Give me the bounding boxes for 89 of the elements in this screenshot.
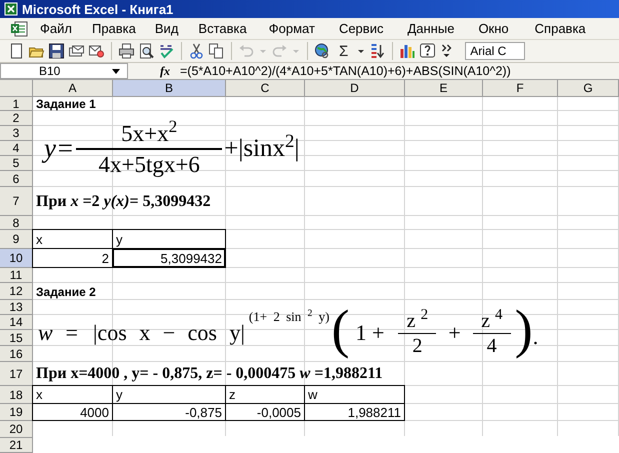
equation-text: ( xyxy=(331,302,350,356)
equation-text: 5x+x$^{2}$ xyxy=(121,122,178,148)
column-header[interactable]: F xyxy=(483,80,558,97)
equation-text: 2 xyxy=(412,334,422,356)
result-line: При x=4000 , y= - 0,875, z= - 0,000475 w =1,988211 xyxy=(36,366,383,382)
globe-link-icon[interactable] xyxy=(314,43,331,59)
table-cell[interactable]: x xyxy=(32,385,113,404)
table-cell[interactable]: 2 xyxy=(32,248,113,268)
row-header[interactable]: 16 xyxy=(0,346,33,362)
equation-text: 4x+5tgx+6 xyxy=(98,150,200,176)
equation-text: y= xyxy=(44,135,74,162)
equation-text: + xyxy=(448,322,461,344)
equation-text: 4 xyxy=(486,334,497,356)
envelope-stack-icon[interactable] xyxy=(68,43,85,59)
row-header[interactable]: 5 xyxy=(0,156,33,171)
row-header[interactable]: 15 xyxy=(0,330,33,346)
sort-ascending-icon[interactable] xyxy=(369,43,386,59)
table-cell[interactable]: 1,988211 xyxy=(304,403,405,421)
table-cell[interactable]: 5,3099432 xyxy=(112,248,226,268)
equation-text: z $^{2}$ xyxy=(406,310,428,332)
menu-item[interactable]: Правка xyxy=(92,22,136,35)
equation-text: w = xyxy=(38,322,80,344)
formula-field[interactable]: =(5*A10+A10^2)/(4*A10+5*TAN(A10)+6)+ABS(SIN(A10^2)) xyxy=(180,62,511,80)
sheet-heading: Задание 1 xyxy=(36,98,96,110)
row-header[interactable]: 14 xyxy=(0,315,33,330)
column-header[interactable]: B xyxy=(113,80,226,97)
row-header[interactable]: 20 xyxy=(0,421,33,438)
row-header[interactable]: 8 xyxy=(0,216,33,230)
menu-item[interactable]: Данные xyxy=(407,22,454,35)
equation-text: (1+ 2 sin $^{2}$ y) xyxy=(248,310,330,323)
menu-item[interactable]: Окно xyxy=(478,22,509,35)
printer-icon[interactable] xyxy=(118,43,135,59)
fraction-line xyxy=(472,332,511,334)
app-logo-icon xyxy=(4,2,18,16)
column-header[interactable]: E xyxy=(405,80,483,97)
row-header[interactable]: 1 xyxy=(0,97,33,111)
row-header[interactable]: 12 xyxy=(0,283,33,300)
equation-text: ) xyxy=(514,302,533,356)
name-box[interactable]: B10 xyxy=(0,63,128,79)
row-header[interactable]: 10 xyxy=(0,249,33,268)
window-title: Microsoft Excel - Книга1 xyxy=(22,2,174,16)
table-cell[interactable]: y xyxy=(112,385,226,404)
help-icon[interactable] xyxy=(419,43,436,59)
table-cell[interactable]: w xyxy=(304,385,405,404)
menu-item[interactable]: Формат xyxy=(268,22,315,35)
table-cell[interactable]: x xyxy=(32,229,113,249)
table-cell[interactable]: y xyxy=(112,229,226,249)
equation-text: 1 + xyxy=(355,322,384,344)
print-preview-icon[interactable] xyxy=(138,43,155,59)
row-header[interactable]: 9 xyxy=(0,230,33,249)
row-header[interactable]: 2 xyxy=(0,111,33,126)
row-header[interactable]: 4 xyxy=(0,141,33,156)
new-document-icon[interactable] xyxy=(8,43,25,59)
equation-text: z $^{4}$ xyxy=(481,310,502,332)
result-line: При x =2 y(x)= 5,3099432 xyxy=(36,194,211,210)
scissors-icon[interactable] xyxy=(188,43,205,59)
row-header[interactable]: 6 xyxy=(0,171,33,187)
column-header[interactable]: G xyxy=(558,80,619,97)
sheet-heading: Задание 2 xyxy=(36,286,96,298)
mail-search-icon[interactable] xyxy=(88,43,105,59)
copy-icon[interactable] xyxy=(208,43,225,59)
menu-item[interactable]: Вставка xyxy=(198,22,247,35)
row-header[interactable]: 11 xyxy=(0,268,33,283)
workbook-icon[interactable] xyxy=(10,20,28,36)
equation-text: . xyxy=(532,326,538,348)
sum-button[interactable]: Σ xyxy=(334,44,354,58)
bar-chart-icon[interactable] xyxy=(399,43,416,59)
row-header[interactable]: 13 xyxy=(0,300,33,315)
menu-item[interactable]: Справка xyxy=(534,22,586,35)
row-header[interactable]: 7 xyxy=(0,187,33,216)
menu-item[interactable]: Вид xyxy=(154,22,178,35)
column-header[interactable]: A xyxy=(33,80,113,97)
table-cell[interactable]: 4000 xyxy=(32,403,113,421)
function-button[interactable]: fx xyxy=(160,62,170,80)
column-header[interactable]: C xyxy=(226,80,305,97)
row-header[interactable]: 21 xyxy=(0,438,33,453)
row-header[interactable]: 18 xyxy=(0,386,33,404)
spell-check-icon[interactable] xyxy=(158,43,175,59)
row-header[interactable]: 17 xyxy=(0,362,33,386)
equation-text: |cos x − cos y| xyxy=(93,322,245,344)
dropdown-arrow-icon[interactable] xyxy=(112,68,120,74)
font-field[interactable]: Arial C xyxy=(465,42,526,60)
row-header[interactable]: 19 xyxy=(0,404,33,421)
menu-item[interactable]: Файл xyxy=(40,22,72,35)
equation-text: +|sinx$^{2}$| xyxy=(224,136,300,162)
menu-item[interactable]: Сервис xyxy=(338,22,384,35)
fraction-line xyxy=(398,332,436,334)
row-header[interactable]: 3 xyxy=(0,126,33,141)
column-header[interactable]: D xyxy=(305,80,405,97)
